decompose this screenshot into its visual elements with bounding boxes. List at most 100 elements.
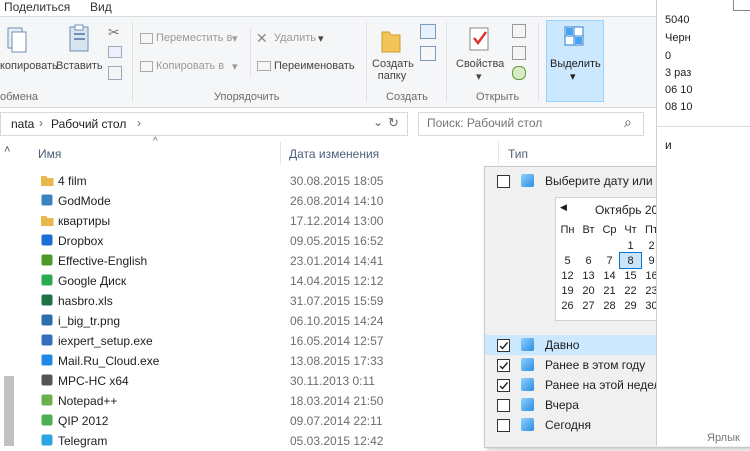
calendar-day[interactable]: 26 (557, 298, 578, 313)
column-date[interactable]: Дата изменения (289, 147, 379, 161)
date-group-icon (521, 358, 534, 371)
column-divider[interactable] (280, 142, 281, 164)
search-box[interactable]: ⌕ (418, 112, 644, 136)
file-row[interactable]: Google Диск 14.04.2015 12:12 (36, 271, 496, 291)
header-checkbox[interactable] (497, 175, 510, 188)
column-name[interactable]: Имя (38, 147, 61, 161)
option-checkbox[interactable] (497, 419, 510, 432)
calendar-day[interactable]: 5 (557, 253, 578, 268)
option-checkbox[interactable] (497, 359, 510, 372)
move-to-button[interactable]: Переместить в (156, 32, 232, 44)
cut-icon[interactable]: ✂ (108, 24, 120, 41)
easy-access-icon[interactable] (420, 46, 436, 61)
calendar-day[interactable]: 15 (620, 268, 641, 283)
divider (657, 126, 750, 127)
calendar-day[interactable]: 1 (620, 238, 641, 253)
option-checkbox[interactable] (497, 379, 510, 392)
new-folder-button[interactable]: Создать папку (372, 58, 414, 82)
open-icon[interactable] (512, 24, 526, 38)
calendar-day[interactable]: 19 (557, 283, 578, 298)
tab-view[interactable]: Вид (90, 0, 112, 14)
file-date: 17.12.2014 13:00 (290, 214, 384, 228)
option-checkbox[interactable] (497, 399, 510, 412)
breadcrumb-nata[interactable]: nata (11, 117, 34, 131)
copy-button[interactable]: копировать (0, 60, 58, 72)
properties-icon (468, 26, 492, 54)
exe-icon (40, 333, 54, 347)
scroll-up-icon[interactable]: ˄ (4, 144, 10, 156)
calendar-day[interactable]: 8 (619, 252, 642, 269)
calendar-day[interactable]: 13 (578, 268, 599, 283)
file-row[interactable]: QIP 2012 09.07.2014 22:11 (36, 411, 496, 431)
divider (366, 22, 367, 102)
rename-button[interactable]: Переименовать (274, 60, 355, 72)
bg-line: 08 10 (665, 101, 693, 113)
rename-icon (257, 61, 271, 71)
calendar-day[interactable]: 20 (578, 283, 599, 298)
move-to-icon (140, 33, 153, 44)
file-row[interactable]: i_big_tr.png 06.10.2015 14:24 (36, 311, 496, 331)
history-icon[interactable] (512, 66, 526, 80)
file-name: i_big_tr.png (58, 314, 121, 328)
file-row[interactable]: квартиры 17.12.2014 13:00 (36, 211, 496, 231)
file-date: 26.08.2014 14:10 (290, 194, 384, 208)
new-item-icon[interactable] (420, 24, 436, 39)
date-group-icon (521, 378, 534, 391)
tab-share[interactable]: Поделиться (4, 0, 70, 14)
edit-icon[interactable] (512, 46, 526, 60)
search-icon[interactable]: ⌕ (624, 114, 632, 131)
bg-header: и (665, 138, 672, 152)
file-row[interactable]: MPC-HC x64 30.11.2013 0:11 (36, 371, 496, 391)
paste-button[interactable]: Вставить (56, 60, 103, 72)
calendar-day (599, 238, 620, 253)
divider (132, 22, 133, 102)
column-divider[interactable] (498, 142, 499, 164)
sort-arrow-icon: ^ (153, 136, 158, 147)
option-label: Вчера (545, 398, 579, 412)
calendar-day[interactable]: 7 (599, 253, 620, 268)
file-row[interactable]: Notepad++ 18.03.2014 21:50 (36, 391, 496, 411)
mailru-cloud-icon (40, 353, 54, 367)
copy-to-icon (140, 61, 153, 72)
address-bar[interactable]: nata › Рабочий стол › ⌄ ↻ (0, 112, 408, 136)
file-row[interactable]: Dropbox 09.05.2015 16:52 (36, 231, 496, 251)
option-label: Давно (545, 338, 580, 352)
copy-to-button[interactable]: Копировать в (156, 60, 224, 72)
calendar-day[interactable]: 22 (620, 283, 641, 298)
file-row[interactable]: Telegram 05.03.2015 12:42 (36, 431, 496, 451)
file-row[interactable]: hasbro.xls 31.07.2015 15:59 (36, 291, 496, 311)
calendar-day[interactable]: 6 (578, 253, 599, 268)
chevron-down-icon: ▾ (232, 61, 238, 73)
file-row[interactable]: 4 film 30.08.2015 18:05 (36, 171, 496, 191)
delete-button[interactable]: Удалить (274, 32, 316, 44)
prev-month-icon[interactable]: ◀ (560, 202, 567, 213)
file-date: 16.05.2014 12:57 (290, 334, 384, 348)
date-group-icon (521, 418, 534, 431)
paste-shortcut-icon[interactable] (108, 66, 122, 80)
file-row[interactable]: iexpert_setup.exe 16.05.2014 12:57 (36, 331, 496, 351)
search-input[interactable] (425, 115, 619, 131)
file-name: Notepad++ (58, 394, 118, 408)
scrollbar-thumb[interactable] (4, 376, 14, 446)
date-group-icon (521, 398, 534, 411)
file-row[interactable]: GodMode 26.08.2014 14:10 (36, 191, 496, 211)
file-row[interactable]: Effective-English 23.01.2014 14:41 (36, 251, 496, 271)
address-dropdown-icon[interactable]: ⌄ (373, 115, 383, 129)
copy-path-icon[interactable] (108, 46, 122, 58)
properties-button[interactable]: Свойства (456, 58, 504, 70)
option-checkbox[interactable] (497, 339, 510, 352)
breadcrumb-desktop[interactable]: Рабочий стол (51, 117, 126, 131)
calendar-day[interactable]: 29 (620, 298, 641, 313)
calendar-day[interactable]: 28 (599, 298, 620, 313)
excel-icon (40, 293, 54, 307)
weekday-label: Ср (602, 224, 617, 236)
calendar-day[interactable]: 12 (557, 268, 578, 283)
calendar-day[interactable]: 14 (599, 268, 620, 283)
file-row[interactable]: Mail.Ru_Cloud.exe 13.08.2015 17:33 (36, 351, 496, 371)
refresh-icon[interactable]: ↻ (388, 115, 399, 131)
calendar-day[interactable]: 27 (578, 298, 599, 313)
file-date: 18.03.2014 21:50 (290, 394, 384, 408)
calendar-day[interactable]: 21 (599, 283, 620, 298)
select-label: Выделить (550, 58, 601, 70)
column-type[interactable]: Тип (508, 147, 528, 161)
